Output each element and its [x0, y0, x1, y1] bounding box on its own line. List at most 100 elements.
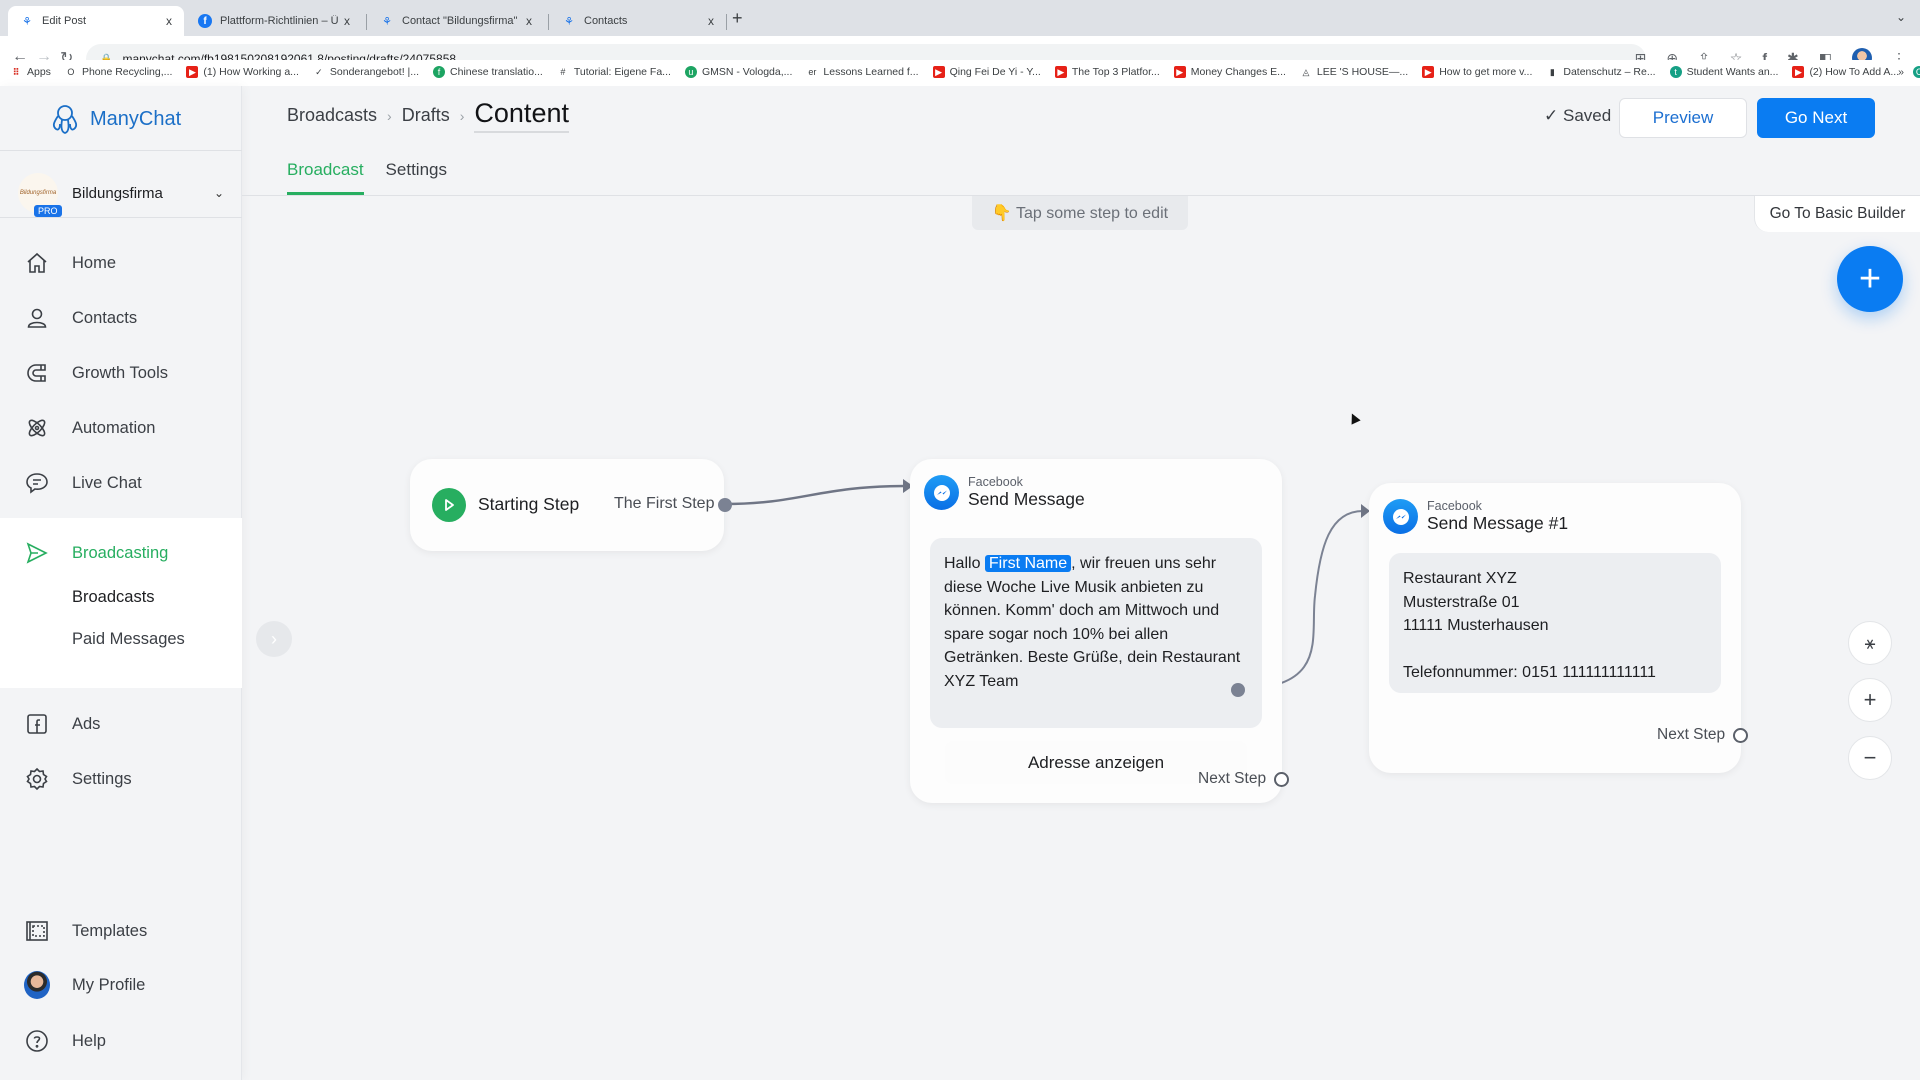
sidebar-item-ads[interactable]: Ads [24, 709, 234, 739]
tab-settings[interactable]: Settings [386, 160, 447, 195]
pro-badge: PRO [34, 205, 62, 217]
go-to-basic-builder-button[interactable]: Go To Basic Builder [1754, 196, 1920, 232]
airbnb-icon: ◬ [1302, 66, 1310, 77]
close-tab-icon[interactable]: x [708, 14, 714, 28]
play-icon [432, 488, 466, 522]
account-switcher[interactable]: Bildungsfirma PRO Bildungsfirma ⌄ [18, 166, 232, 220]
user-icon [24, 305, 50, 331]
profile-avatar-wrap [24, 971, 50, 999]
templates-icon [24, 918, 50, 944]
send-message-node[interactable]: Facebook Send Message Hallo First Name, … [910, 459, 1289, 803]
tab-title: Plattform-Richtlinien – Übersic [220, 15, 338, 27]
bookmark-item[interactable]: ▶ (1) How Working a... [186, 66, 299, 78]
bookmark-label: Chinese translatio... [450, 66, 543, 78]
bookmark-item[interactable]: ⠿ Apps [10, 66, 51, 78]
button-label: Adresse anzeigen [1027, 752, 1165, 772]
bookmark-label: (1) How Working a... [203, 66, 299, 78]
close-tab-icon[interactable]: x [526, 14, 532, 28]
account-name: Bildungsfirma [72, 184, 163, 202]
sidebar-item-broadcasting[interactable]: Broadcasting [24, 538, 234, 568]
send-message-1-node[interactable]: Facebook Send Message #1 Restaurant XYZ … [1369, 483, 1748, 773]
sidebar-item-label: Contacts [72, 308, 138, 327]
go-next-button[interactable]: Go Next [1757, 98, 1875, 138]
first-name-variable-chip[interactable]: First Name [984, 555, 1072, 572]
next-step-port[interactable] [1733, 728, 1748, 743]
sidebar-item-home[interactable]: Home [24, 248, 234, 278]
bookmark-item[interactable]: ▶ The Top 3 Platfor... [1054, 66, 1160, 78]
page-title[interactable]: Content [474, 98, 569, 133]
zoom-in-button[interactable]: + [1848, 678, 1892, 722]
bookmark-item[interactable]: ◬ LEE 'S HOUSE—... [1300, 66, 1408, 78]
phone-line: Telefonnummer: 0151 111111111111 [1403, 664, 1656, 681]
sidebar-item-settings[interactable]: Settings [24, 764, 234, 794]
tab-title: Contact "Bildungsfirma" throu [402, 15, 520, 27]
divider [0, 150, 242, 151]
button-output-port[interactable] [1231, 683, 1245, 697]
add-step-button[interactable]: + [1837, 246, 1903, 312]
saved-status: ✓ Saved [1544, 106, 1611, 126]
breadcrumb-broadcasts[interactable]: Broadcasts [287, 105, 377, 126]
address-text-bubble[interactable]: Restaurant XYZ Musterstraße 01 11111 Mus… [1389, 553, 1721, 693]
sidebar-subitem-broadcasts[interactable]: Broadcasts [72, 588, 155, 607]
sidebar-item-label: Home [72, 253, 117, 272]
bookmark-item[interactable]: er Lessons Learned f... [806, 66, 918, 78]
message-text: , wir freuen uns sehr diese Woche Live M… [944, 555, 1241, 690]
address-line: 11111 Musterhausen [1403, 617, 1549, 634]
sidebar-item-growth-tools[interactable]: Growth Tools [24, 358, 234, 388]
close-tab-icon[interactable]: x [344, 14, 350, 28]
sidebar-item-my-profile[interactable]: My Profile [24, 970, 234, 1000]
bookmark-item[interactable]: ✓ Sonderangebot! |... [313, 66, 419, 78]
browser-tab-contact[interactable]: ⚘ Contact "Bildungsfirma" throu x [368, 6, 544, 36]
youtube-icon: ▶ [932, 66, 945, 78]
new-tab-button[interactable]: + [732, 8, 743, 29]
sidebar-subitem-paid-messages[interactable]: Paid Messages [72, 630, 185, 649]
browser-tab-plattform[interactable]: f Plattform-Richtlinien – Übersic x [186, 6, 362, 36]
close-tab-icon[interactable]: x [166, 14, 172, 28]
message-text-bubble[interactable]: Hallo First Name, wir freuen uns sehr di… [930, 538, 1262, 728]
bookmark-item[interactable]: ▶ Qing Fei De Yi - Y... [932, 66, 1041, 78]
bookmark-label: Money Changes E... [1190, 66, 1286, 78]
browser-tab-edit-post[interactable]: ⚘ Edit Post x [8, 6, 184, 36]
bookmarks-overflow-button[interactable]: » [1898, 66, 1904, 78]
bookmark-item[interactable]: ▶ How to get more v... [1422, 66, 1532, 78]
next-step-label: Next Step [1198, 770, 1267, 787]
edge-start-to-message [724, 484, 906, 506]
account-avatar: Bildungsfirma PRO [18, 173, 62, 217]
tab-title: Contacts [584, 15, 628, 27]
o2-icon: O [67, 67, 75, 77]
bookmark-item[interactable]: CDownload - Cooki... [1913, 66, 1920, 78]
bookmark-item[interactable]: ▮ Datenschutz – Re... [1546, 66, 1656, 78]
manychat-logo[interactable]: ManyChat [48, 102, 181, 136]
er-icon: er [808, 67, 817, 77]
bookmark-item[interactable]: ▶ (2) How To Add A... [1792, 66, 1899, 78]
sidebar-item-templates[interactable]: Templates [24, 916, 234, 946]
output-port[interactable] [718, 498, 732, 512]
starting-step-node[interactable]: Starting Step The First Step [410, 459, 732, 551]
node-header: Facebook Send Message #1 [1383, 499, 1568, 534]
sidebar-item-label: Ads [72, 714, 101, 733]
sidebar-item-help[interactable]: Help [24, 1026, 234, 1056]
breadcrumb-drafts[interactable]: Drafts [402, 105, 450, 126]
bookmark-item[interactable]: f Chinese translatio... [433, 66, 543, 78]
bookmark-item[interactable]: u GMSN - Vologda,... [684, 66, 792, 78]
tab-search-chevron-icon[interactable]: ⌄ [1896, 10, 1906, 24]
bookmark-item[interactable]: ▶ Money Changes E... [1173, 66, 1286, 78]
expand-sidebar-chevron-icon[interactable]: › [256, 621, 292, 657]
sidebar-item-automation[interactable]: Automation [24, 413, 234, 443]
bookmark-label: Tutorial: Eigene Fa... [573, 66, 671, 78]
magic-wand-button[interactable]: ⚹ [1848, 621, 1892, 665]
zoom-out-button[interactable]: − [1848, 736, 1892, 780]
sidebar-item-live-chat[interactable]: Live Chat [24, 468, 234, 498]
sidebar-item-contacts[interactable]: Contacts [24, 303, 234, 333]
first-step-link: The First Step [614, 495, 715, 512]
next-step-port[interactable] [1274, 772, 1289, 787]
browser-tab-contacts[interactable]: ⚘ Contacts x [550, 6, 726, 36]
content-tabs: Broadcast Settings [287, 160, 447, 195]
tab-broadcast[interactable]: Broadcast [287, 160, 364, 195]
bookmark-item[interactable]: O Phone Recycling,... [65, 66, 172, 78]
preview-button[interactable]: Preview [1619, 98, 1747, 138]
bookmark-item[interactable]: # Tutorial: Eigene Fa... [557, 66, 671, 78]
messenger-icon [1383, 499, 1418, 534]
bookmark-item[interactable]: t Student Wants an... [1669, 66, 1778, 78]
